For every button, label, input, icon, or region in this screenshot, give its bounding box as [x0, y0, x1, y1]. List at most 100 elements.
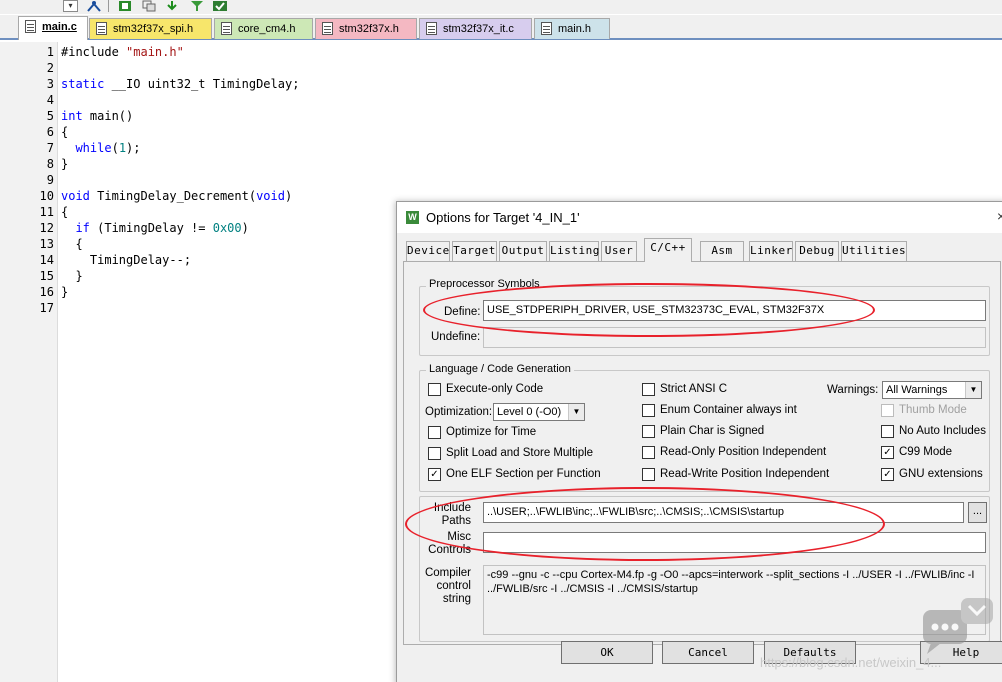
h-file-icon	[541, 22, 552, 35]
code-keyword: void	[61, 189, 90, 203]
chat-bubble-icon	[923, 598, 993, 654]
tools-icon[interactable]	[86, 0, 102, 12]
ok-button[interactable]: OK	[561, 641, 653, 664]
misc-controls-input[interactable]	[483, 532, 986, 553]
filter-icon[interactable]	[190, 0, 204, 12]
gnu-extensions-label: GNU extensions	[899, 468, 983, 480]
undefine-input[interactable]	[483, 327, 986, 348]
h-file-icon	[221, 22, 232, 35]
code-keyword: while	[61, 141, 112, 155]
copy-icon[interactable]	[142, 0, 156, 12]
cancel-button[interactable]: Cancel	[662, 641, 754, 664]
manage-icon[interactable]	[212, 0, 228, 12]
strict-ansi-c-checkbox[interactable]	[642, 383, 655, 396]
execute-only-label: Execute-only Code	[446, 383, 544, 395]
code-line: if (TimingDelay != 0x00)	[61, 220, 249, 236]
file-tab-main-c[interactable]: main.c	[18, 16, 88, 40]
read-only-pos-checkbox[interactable]	[642, 446, 655, 459]
enum-container-checkbox[interactable]	[642, 404, 655, 417]
thumb-mode-label: Thumb Mode	[899, 404, 967, 416]
line-number: 14	[39, 253, 54, 267]
line-number-gutter: 1 2 3 4 5 6 7 8 9 10 11 12 13 14 15 16 1…	[0, 42, 58, 682]
line-number: 11	[39, 205, 54, 219]
define-label: Define:	[444, 306, 481, 318]
file-tab-bar: main.c stm32f37x_spi.h core_cm4.h stm32f…	[0, 15, 1002, 40]
include-paths-browse-button[interactable]: ...	[968, 502, 987, 523]
line-number: 4	[46, 93, 54, 107]
dialog-titlebar[interactable]: W Options for Target '4_IN_1' ×	[397, 202, 1002, 233]
tab-device[interactable]: Device	[406, 241, 450, 261]
code-token: TimingDelay_Decrement(	[89, 189, 257, 203]
code-number: 1	[118, 141, 127, 155]
line-number: 1	[46, 45, 54, 59]
line-number: 8	[46, 157, 54, 171]
include-paths-input[interactable]: ..\USER;..\FWLIB\inc;..\FWLIB\src;..\CMS…	[483, 502, 964, 523]
compiler-label-line: Compiler	[424, 567, 471, 579]
file-tab-stm32f37x-h[interactable]: stm32f37x.h	[315, 18, 417, 39]
c99-mode-label: C99 Mode	[899, 446, 953, 458]
file-tab-main-h[interactable]: main.h	[534, 18, 610, 39]
enum-container-label: Enum Container always int	[660, 404, 797, 416]
misc-controls-label-line: Controls	[428, 544, 471, 556]
download-icon[interactable]	[165, 0, 179, 12]
tab-debug[interactable]: Debug	[795, 241, 839, 261]
tab-asm[interactable]: Asm	[700, 241, 744, 261]
file-tab-stm32f37x-it-c[interactable]: stm32f37x_it.c	[419, 18, 532, 39]
line-number: 15	[39, 269, 54, 283]
no-auto-includes-checkbox[interactable]	[881, 425, 894, 438]
tab-user[interactable]: User	[601, 241, 637, 261]
plain-char-checkbox[interactable]	[642, 425, 655, 438]
c99-mode-checkbox[interactable]: ✓	[881, 446, 894, 459]
close-icon[interactable]: ×	[997, 208, 1002, 224]
include-paths-label-line: Include	[433, 502, 471, 514]
optimize-for-time-checkbox[interactable]	[428, 426, 441, 439]
optimization-value: Level 0 (-O0)	[497, 406, 562, 418]
optimization-label: Optimization:	[425, 406, 493, 418]
file-tab-stm32f37x-spi-h[interactable]: stm32f37x_spi.h	[89, 18, 212, 39]
execute-only-checkbox[interactable]	[428, 383, 441, 396]
misc-controls-label-line: Misc	[447, 531, 471, 543]
code-token: )	[241, 221, 249, 235]
define-input[interactable]: USE_STDPERIPH_DRIVER, USE_STM32373C_EVAL…	[483, 300, 986, 321]
split-load-checkbox[interactable]	[428, 447, 441, 460]
line-number: 5	[46, 109, 54, 123]
read-write-pos-label: Read-Write Position Independent	[660, 468, 830, 480]
file-tab-core-cm4-h[interactable]: core_cm4.h	[214, 18, 313, 39]
warnings-label: Warnings:	[827, 384, 879, 396]
code-token: #include	[61, 45, 127, 59]
toolbar-separator	[108, 0, 109, 12]
file-tab-label: core_cm4.h	[238, 23, 296, 35]
file-tab-label: stm32f37x.h	[339, 23, 399, 35]
code-line: TimingDelay--;	[61, 253, 192, 267]
tab-c-cpp[interactable]: C/C++	[644, 238, 692, 262]
code-line: #include "main.h"	[61, 44, 184, 60]
compiler-label-line: control	[436, 580, 471, 592]
code-token: )	[284, 189, 293, 203]
code-line: }	[61, 157, 69, 171]
options-for-target-dialog: W Options for Target '4_IN_1' × Device T…	[396, 201, 1002, 682]
gnu-extensions-checkbox[interactable]: ✓	[881, 468, 894, 481]
c-file-icon	[25, 20, 36, 33]
code-number: 0x00	[212, 221, 242, 235]
one-elf-section-checkbox[interactable]: ✓	[428, 468, 441, 481]
file-tab-label: stm32f37x_spi.h	[113, 23, 194, 35]
file-tab-label: main.h	[558, 23, 592, 35]
compiler-control-string-text[interactable]: -c99 --gnu -c --cpu Cortex-M4.fp -g -O0 …	[483, 565, 986, 635]
include-paths-label: Include Paths	[421, 502, 471, 528]
tab-target[interactable]: Target	[452, 241, 497, 261]
build-icon[interactable]	[118, 0, 132, 12]
optimization-select[interactable]: Level 0 (-O0) ▼	[493, 403, 585, 421]
line-number: 10	[39, 189, 54, 203]
read-write-pos-checkbox[interactable]	[642, 468, 655, 481]
watermark-text: https://blog.csdn.net/weixin_4...	[760, 655, 942, 670]
toolbar-dropdown-button[interactable]: ▾	[63, 0, 78, 12]
tab-linker[interactable]: Linker	[749, 241, 793, 261]
tab-output[interactable]: Output	[499, 241, 547, 261]
preprocessor-symbols-title: Preprocessor Symbols	[426, 278, 543, 290]
thumb-mode-checkbox[interactable]	[881, 404, 894, 417]
warnings-value: All Warnings	[886, 384, 948, 396]
tab-utilities[interactable]: Utilities	[841, 241, 907, 261]
toolbar: ▾	[0, 0, 1002, 14]
warnings-select[interactable]: All Warnings ▼	[882, 381, 982, 399]
tab-listing[interactable]: Listing	[549, 241, 599, 261]
